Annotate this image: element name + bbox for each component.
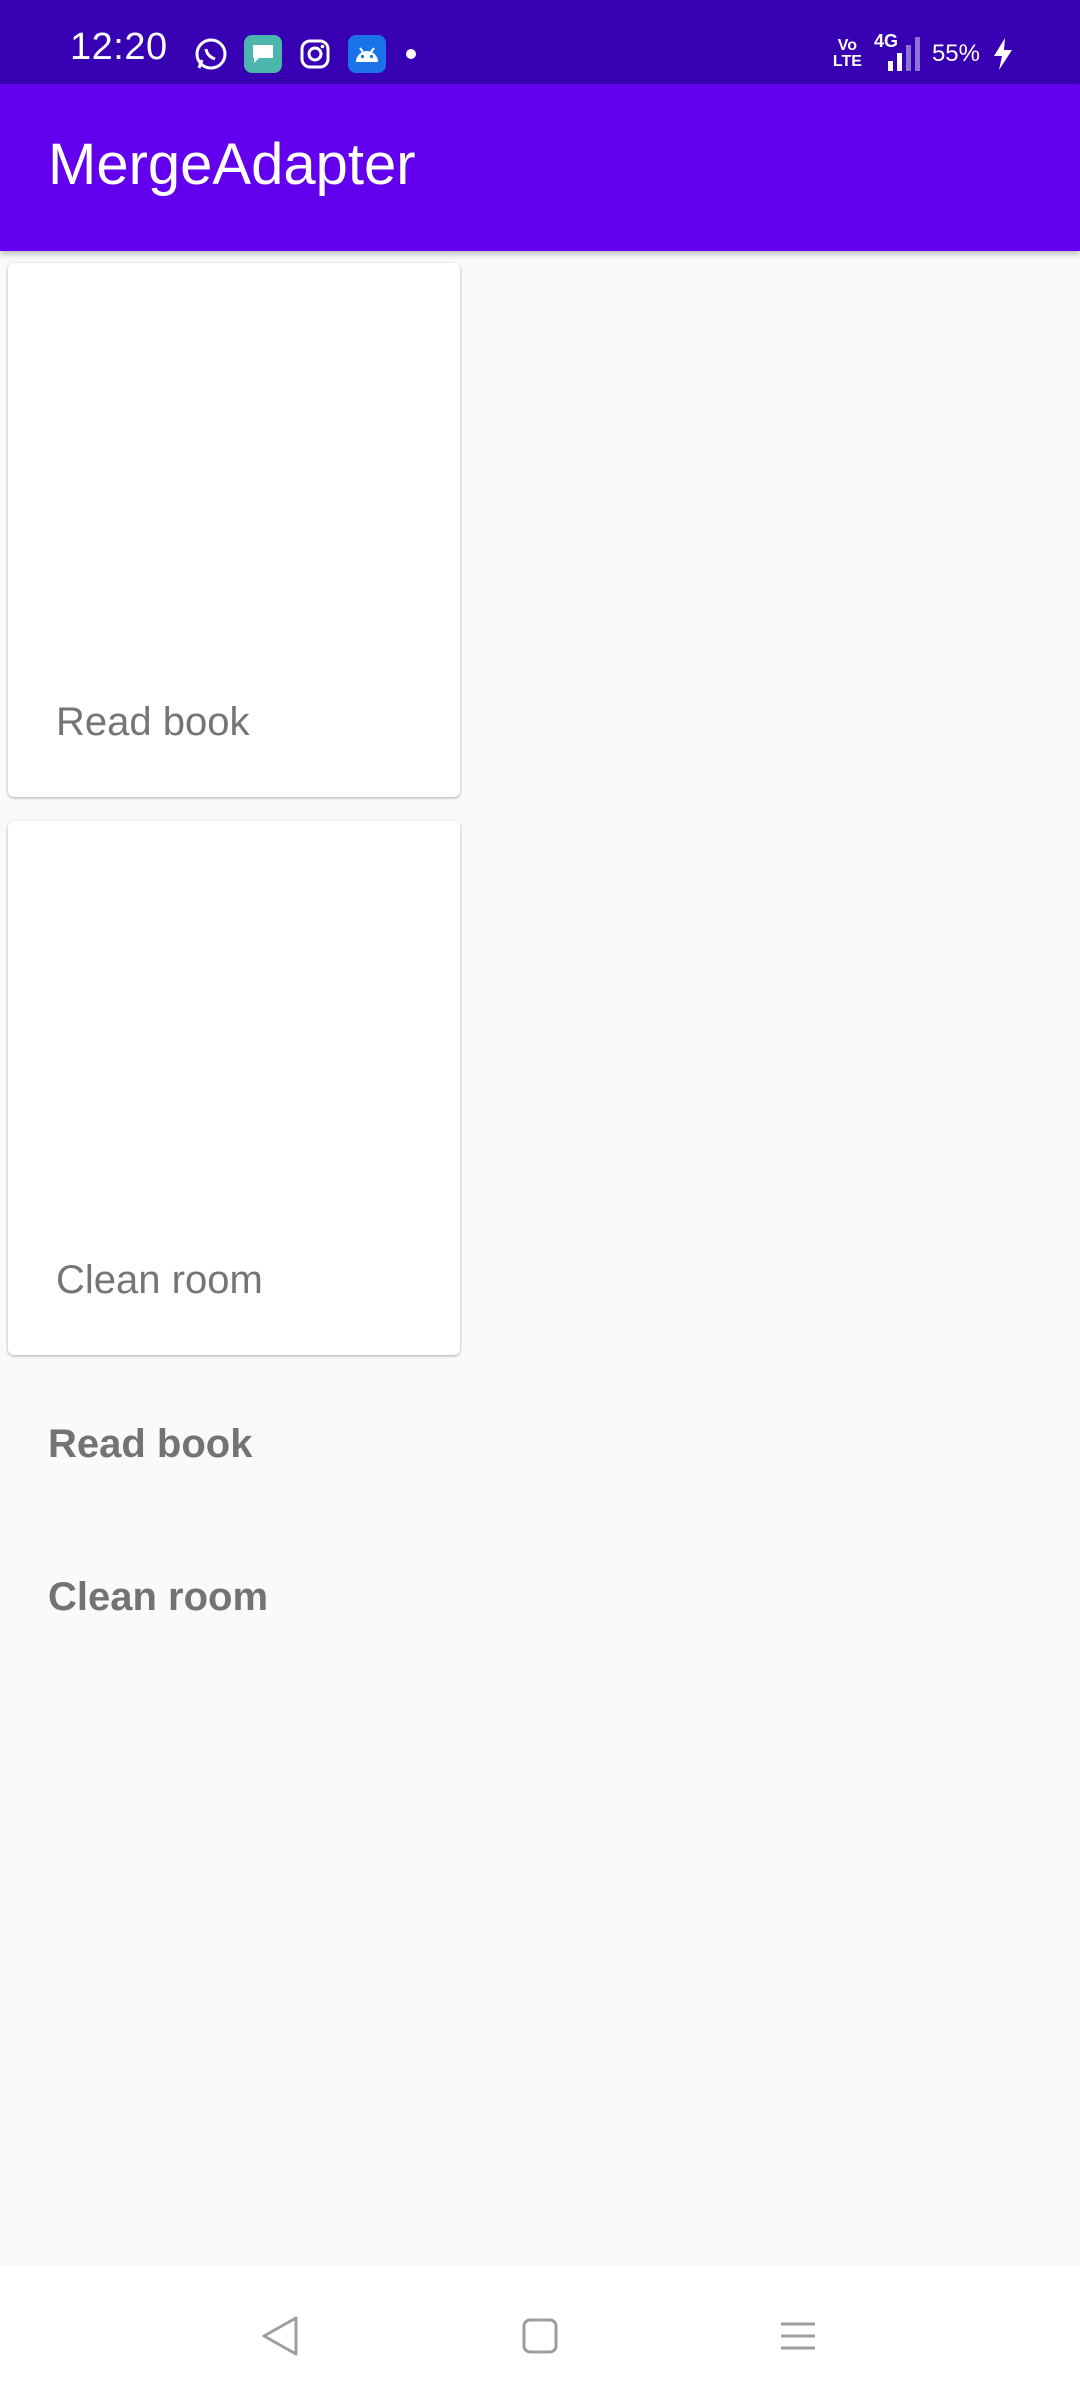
- battery-percentage: 55%: [931, 40, 980, 67]
- whatsapp-icon: [192, 35, 230, 73]
- status-bar: 12:20 Vo LTE 4G 55%: [0, 0, 1080, 84]
- signal-icon: 4G: [874, 31, 920, 71]
- list-item[interactable]: Read book: [48, 1422, 252, 1467]
- messages-icon: [244, 35, 282, 73]
- app-bar: MergeAdapter: [0, 84, 1080, 251]
- navigation-bar: [0, 2266, 1080, 2400]
- task-card[interactable]: Clean room: [8, 821, 460, 1355]
- card-label: Read book: [56, 700, 250, 744]
- status-time: 12:20: [70, 26, 168, 68]
- more-notifications-dot: [406, 49, 416, 59]
- app-title: MergeAdapter: [48, 132, 416, 197]
- list-item[interactable]: Clean room: [48, 1575, 268, 1620]
- volte-icon: Vo LTE: [832, 37, 862, 70]
- charging-icon: [994, 38, 1012, 70]
- back-icon[interactable]: [250, 2306, 310, 2366]
- system-icons: Vo LTE 4G 55%: [832, 31, 1014, 74]
- menu-icon[interactable]: [768, 2306, 828, 2366]
- card-label: Clean room: [56, 1258, 263, 1302]
- android-icon: [348, 35, 386, 73]
- notification-icons: [192, 35, 416, 73]
- home-icon[interactable]: [510, 2306, 570, 2366]
- task-card[interactable]: Read book: [8, 263, 460, 797]
- instagram-icon: [296, 35, 334, 73]
- network-type-label: 4G: [873, 31, 898, 51]
